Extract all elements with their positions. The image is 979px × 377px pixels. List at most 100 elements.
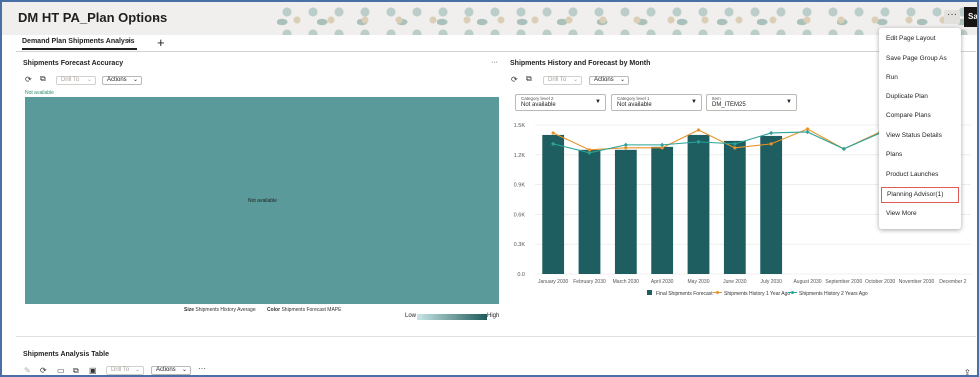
item-label: Item — [712, 96, 721, 101]
y-tick-label: 1.2K — [514, 153, 526, 159]
treemap-not-available: Not available — [248, 198, 277, 204]
x-tick-label: May 2030 — [688, 279, 710, 285]
bar-final-shipments-forecast[interactable] — [578, 149, 601, 274]
item-select[interactable]: Item DM_ITEM25 ▼ — [706, 94, 797, 111]
menu-item-save-page-group-as[interactable]: Save Page Group As — [886, 55, 947, 62]
chevron-down-icon: ⌄ — [132, 77, 138, 83]
y-tick-label: 1.5K — [514, 123, 526, 129]
y-tick-label: 0.3K — [514, 242, 526, 248]
caret-down-icon: ▼ — [786, 99, 792, 105]
refresh-icon[interactable]: ⟳ — [40, 366, 47, 375]
legend-swatch — [716, 291, 719, 294]
point-history-2-years[interactable] — [660, 142, 665, 147]
menu-item-duplicate-plan[interactable]: Duplicate Plan — [886, 93, 928, 100]
view-options-icon[interactable]: ⧉ — [73, 366, 79, 375]
menu-item-product-launches[interactable]: Product Launches — [886, 171, 938, 178]
legend-color-value: Shipments Forecast MAPE — [281, 307, 342, 313]
y-tick-label: 0.9K — [514, 183, 526, 189]
x-tick-label: October 2030 — [865, 279, 896, 285]
drill-to-dropdown[interactable]: Drill To ⌄ — [106, 366, 144, 375]
save-icon[interactable]: ▣ — [89, 366, 97, 375]
caret-down-icon: ▼ — [691, 99, 697, 105]
header-decorative-pattern — [277, 2, 977, 35]
point-history-2-years[interactable] — [841, 146, 846, 151]
actions-dropdown[interactable]: Actions ⌄ — [102, 76, 142, 85]
actions-dropdown[interactable]: Actions ⌄ — [589, 76, 629, 85]
not-available-label: Not available — [25, 90, 54, 96]
actions-dropdown[interactable]: Actions ⌄ — [151, 366, 191, 375]
chevron-down-icon[interactable]: ⌄ — [152, 12, 160, 23]
x-tick-label: November 2030 — [899, 279, 935, 285]
bar-final-shipments-forecast[interactable] — [687, 134, 710, 274]
drill-to-dropdown[interactable]: Drill To ⌄ — [56, 76, 96, 85]
category-level-2-select[interactable]: Category level 2 Not available ▼ — [515, 94, 606, 111]
point-history-1-year[interactable] — [733, 146, 737, 150]
chevron-down-icon: ⌄ — [619, 77, 625, 83]
legend-label: Shipments History 1 Year Ago — [724, 291, 790, 297]
view-options-icon[interactable]: ⧉ — [526, 74, 532, 84]
menu-item-plans[interactable]: Plans — [886, 151, 902, 158]
panel-more-icon[interactable]: ··· — [491, 59, 498, 66]
add-tab-icon[interactable]: + — [157, 35, 165, 50]
legend-size: Size Shipments History Average — [184, 307, 256, 313]
drill-to-label: Drill To — [548, 77, 567, 83]
tab-demand-plan-shipments-analysis[interactable]: Demand Plan Shipments Analysis — [22, 38, 137, 50]
category-level-1-value: Not available — [617, 102, 652, 108]
note-icon[interactable]: ▭ — [57, 366, 65, 375]
y-tick-label: 0.6K — [514, 212, 526, 218]
bar-final-shipments-forecast[interactable] — [651, 146, 674, 274]
x-tick-label: January 2030 — [538, 279, 569, 285]
edit-icon[interactable]: ✎ — [24, 366, 31, 375]
y-tick-label: 0.0 — [517, 272, 525, 278]
gradient-low-label: Low — [405, 313, 417, 319]
refresh-icon[interactable]: ⟳ — [511, 75, 518, 84]
x-tick-label: September 2030 — [825, 279, 862, 285]
point-history-2-years[interactable] — [769, 130, 774, 136]
menu-item-planning-advisor-1[interactable]: Planning Advisor(1) — [881, 187, 959, 203]
refresh-icon[interactable]: ⟳ — [25, 75, 32, 84]
shipments-analysis-table-title: Shipments Analysis Table — [23, 351, 109, 358]
category-level-2-value: Not available — [521, 102, 556, 108]
point-history-2-years[interactable] — [805, 129, 810, 135]
drill-to-dropdown[interactable]: Drill To ⌄ — [543, 76, 582, 85]
point-history-1-year[interactable] — [551, 131, 555, 135]
page-title[interactable]: DM HT PA_Plan Options — [18, 10, 167, 25]
category-level-1-select[interactable]: Category level 1 Not available ▼ — [611, 94, 702, 111]
forecast-accuracy-title: Shipments Forecast Accuracy — [23, 60, 124, 67]
point-history-1-year[interactable] — [769, 142, 773, 146]
x-tick-label: August 2030 — [793, 279, 821, 285]
section-divider — [16, 336, 976, 337]
chevron-down-icon: ⌄ — [572, 77, 578, 83]
x-tick-label: December 2 — [939, 279, 966, 285]
legend-color: Color Shipments Forecast MAPE — [267, 307, 341, 313]
more-actions-button[interactable]: ··· — [944, 10, 960, 24]
legend-swatch — [647, 290, 652, 295]
bar-final-shipments-forecast[interactable] — [760, 135, 783, 274]
history-forecast-title: Shipments History and Forecast by Month — [510, 60, 651, 67]
more-icon[interactable]: ··· — [198, 364, 206, 373]
point-history-2-years[interactable] — [623, 142, 628, 147]
menu-item-view-more[interactable]: View More — [886, 210, 917, 217]
menu-item-edit-page-layout[interactable]: Edit Page Layout — [886, 35, 936, 42]
legend-label: Shipments History 2 Years Ago — [799, 291, 868, 297]
bar-final-shipments-forecast[interactable] — [723, 140, 746, 274]
menu-item-view-status-details[interactable]: View Status Details — [886, 132, 942, 139]
legend-size-value: Shipments History Average — [195, 307, 256, 313]
close-icon[interactable]: × — [127, 38, 131, 45]
legend-color-label: Color — [267, 307, 281, 313]
menu-item-compare-plans[interactable]: Compare Plans — [886, 112, 931, 119]
save-button[interactable]: Sa — [964, 7, 977, 27]
gradient-high-label: High — [487, 313, 500, 319]
point-history-1-year[interactable] — [696, 128, 701, 132]
bar-final-shipments-forecast[interactable] — [614, 149, 637, 274]
drill-to-label: Drill To — [111, 367, 130, 373]
view-options-icon[interactable]: ⧉ — [40, 74, 46, 84]
export-icon[interactable]: ⇪ — [964, 368, 971, 375]
category-level-1-label: Category level 1 — [617, 96, 650, 101]
item-value: DM_ITEM25 — [712, 102, 746, 108]
actions-label: Actions — [107, 77, 127, 83]
drill-to-label: Drill To — [61, 77, 80, 83]
menu-item-run[interactable]: Run — [886, 74, 898, 81]
legend-label: Final Shipments Forecast — [656, 291, 713, 297]
bar-final-shipments-forecast[interactable] — [542, 134, 565, 274]
